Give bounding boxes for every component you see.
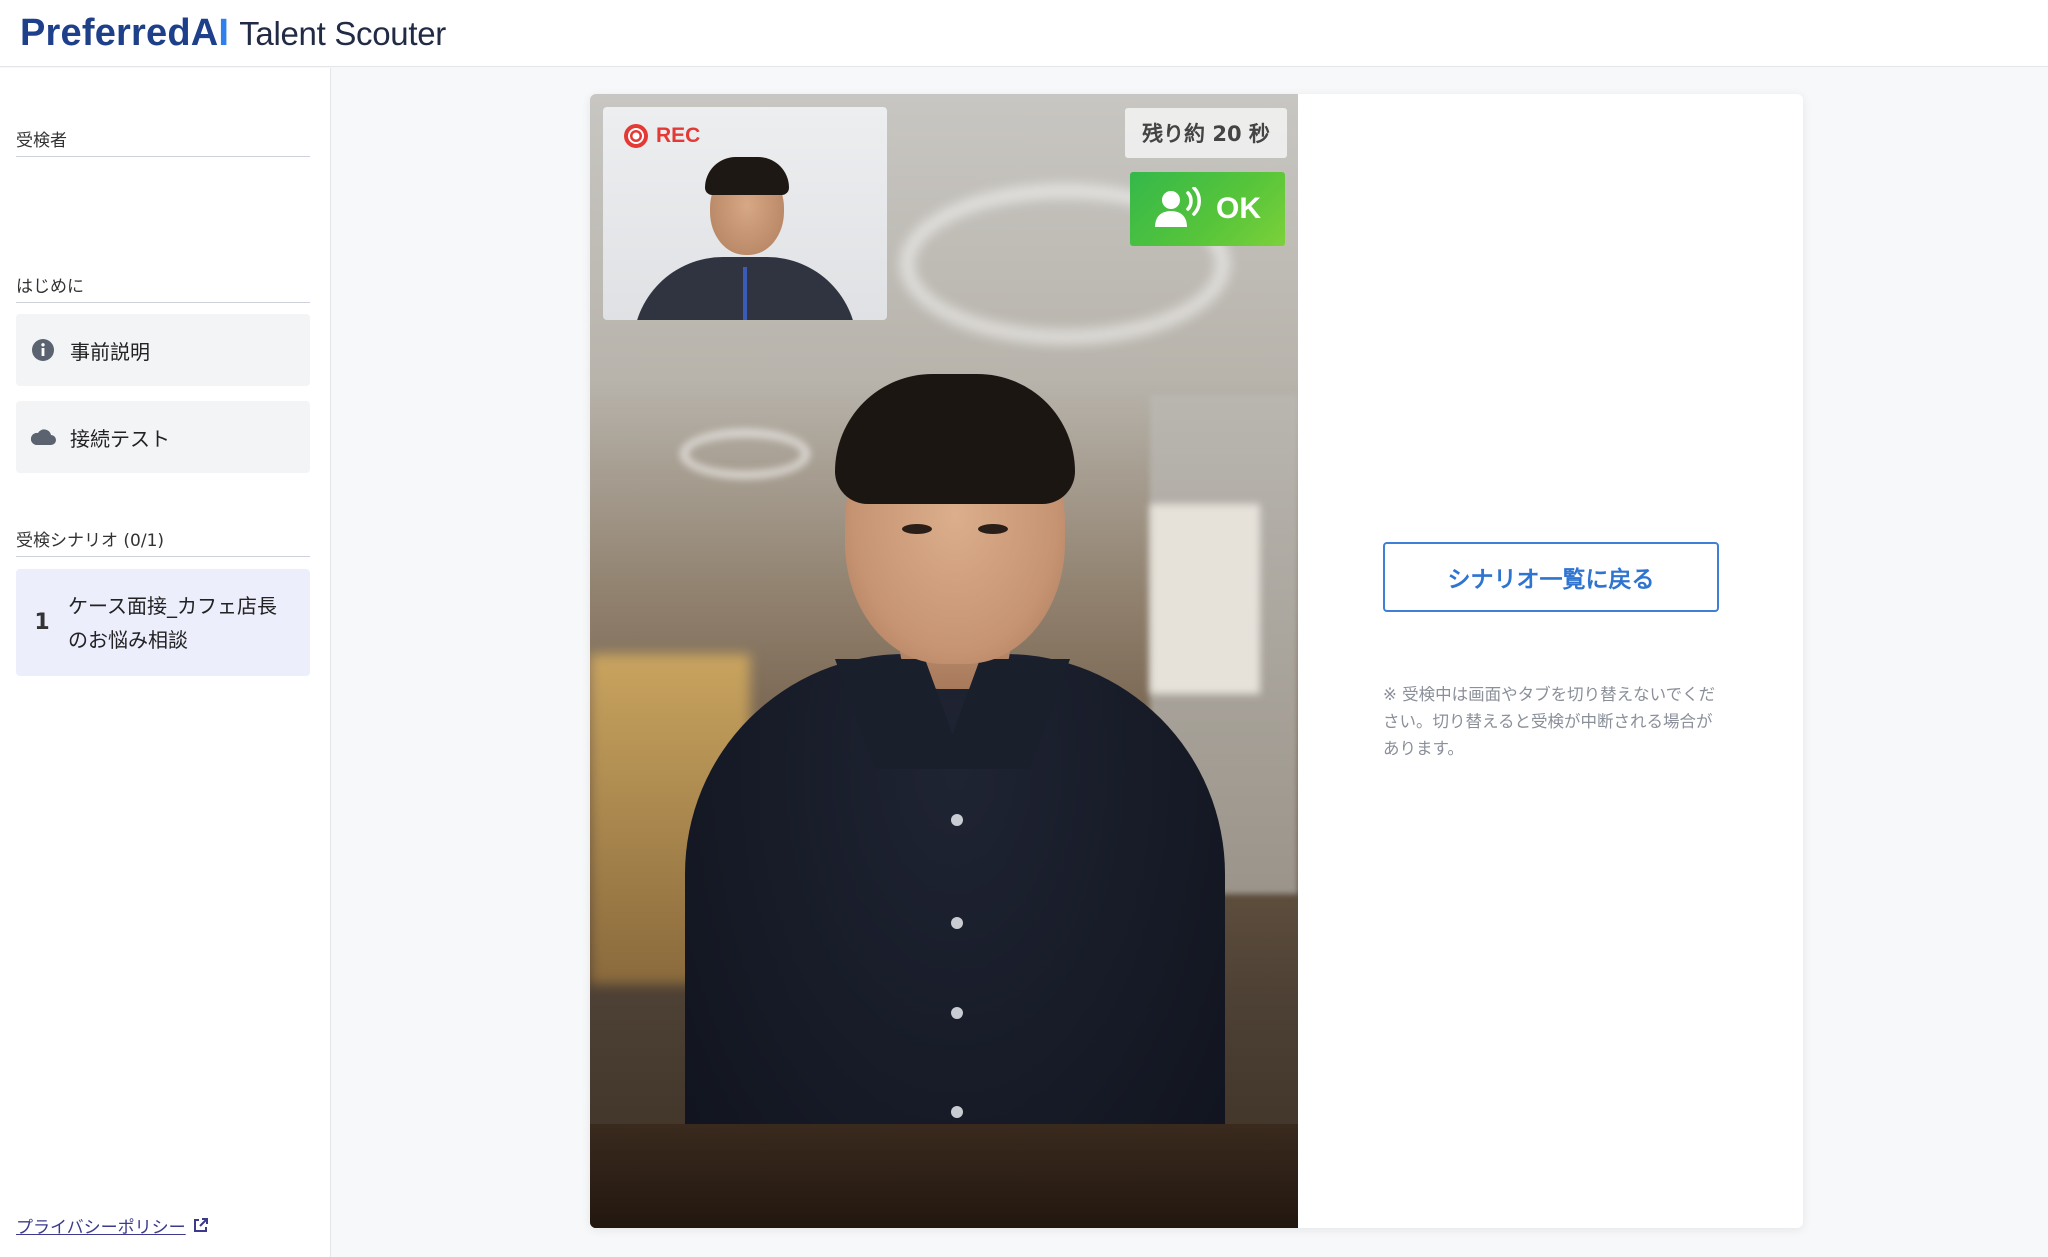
sidebar-item-label: 接続テスト (70, 426, 170, 451)
avatar-hair (835, 374, 1075, 504)
avatar-eye-right (978, 524, 1008, 534)
rec-label: REC (656, 124, 701, 147)
section-label-scenarios: 受検シナリオ (0/1) (16, 526, 310, 557)
self-camera-preview: REC (603, 107, 887, 320)
self-hair (705, 157, 789, 195)
privacy-policy-link[interactable]: プライバシーポリシー (16, 1213, 209, 1238)
cloud-icon (30, 424, 56, 450)
ok-label: OK (1216, 192, 1261, 225)
sidebar-item-connection-test[interactable]: 接続テスト (16, 401, 310, 473)
self-lanyard (743, 267, 747, 320)
interviewer-video: REC 残り約 20 秒 OK (590, 94, 1298, 1228)
shirt-button (951, 1007, 963, 1019)
background-frame (1150, 504, 1260, 694)
record-icon (624, 124, 648, 148)
avatar-eye-left (902, 524, 932, 534)
product-name: Talent Scouter (239, 14, 446, 52)
app-header: PreferredAI Talent Scouter (0, 0, 2048, 67)
sidebar-item-label: 事前説明 (70, 339, 150, 364)
shirt-button (951, 814, 963, 826)
voice-ok-badge: OK (1130, 172, 1285, 246)
external-link-icon (192, 1217, 209, 1234)
app-logo[interactable]: PreferredAI Talent Scouter (20, 12, 446, 55)
ceiling-light-small (680, 429, 810, 479)
sidebar-item-pre-explanation[interactable]: 事前説明 (16, 314, 310, 386)
time-remaining-badge: 残り約 20 秒 (1125, 108, 1287, 158)
brand-name: PreferredAI (20, 11, 230, 54)
scenario-item[interactable]: 1 ケース面接_カフェ店長のお悩み相談 (16, 569, 310, 676)
wooden-counter (590, 1124, 1298, 1228)
section-label-intro: はじめに (16, 272, 310, 303)
shirt-button (951, 917, 963, 929)
shirt-button (951, 1106, 963, 1118)
speaking-person-icon (1155, 187, 1201, 227)
back-to-scenarios-button[interactable]: シナリオ一覧に戻る (1383, 542, 1719, 612)
tab-switch-notice: ※ 受検中は画面やタブを切り替えないでください。切り替えると受検が中断される場合… (1383, 685, 1716, 758)
recording-indicator: REC (623, 123, 700, 149)
sidebar: 受検者 はじめに 事前説明 接続テスト 受検シナリオ (0/1) 1 ケース面接… (0, 68, 331, 1257)
info-icon (30, 337, 56, 363)
scenario-number: 1 (34, 610, 50, 635)
section-label-examinee: 受検者 (16, 126, 310, 157)
scenario-title: ケース面接_カフェ店長のお悩み相談 (68, 593, 277, 652)
interview-card: REC 残り約 20 秒 OK シナリオ一覧に戻る ※ 受検中は画面やタブを切り… (590, 94, 1803, 1228)
privacy-policy-label: プライバシーポリシー (16, 1218, 186, 1238)
